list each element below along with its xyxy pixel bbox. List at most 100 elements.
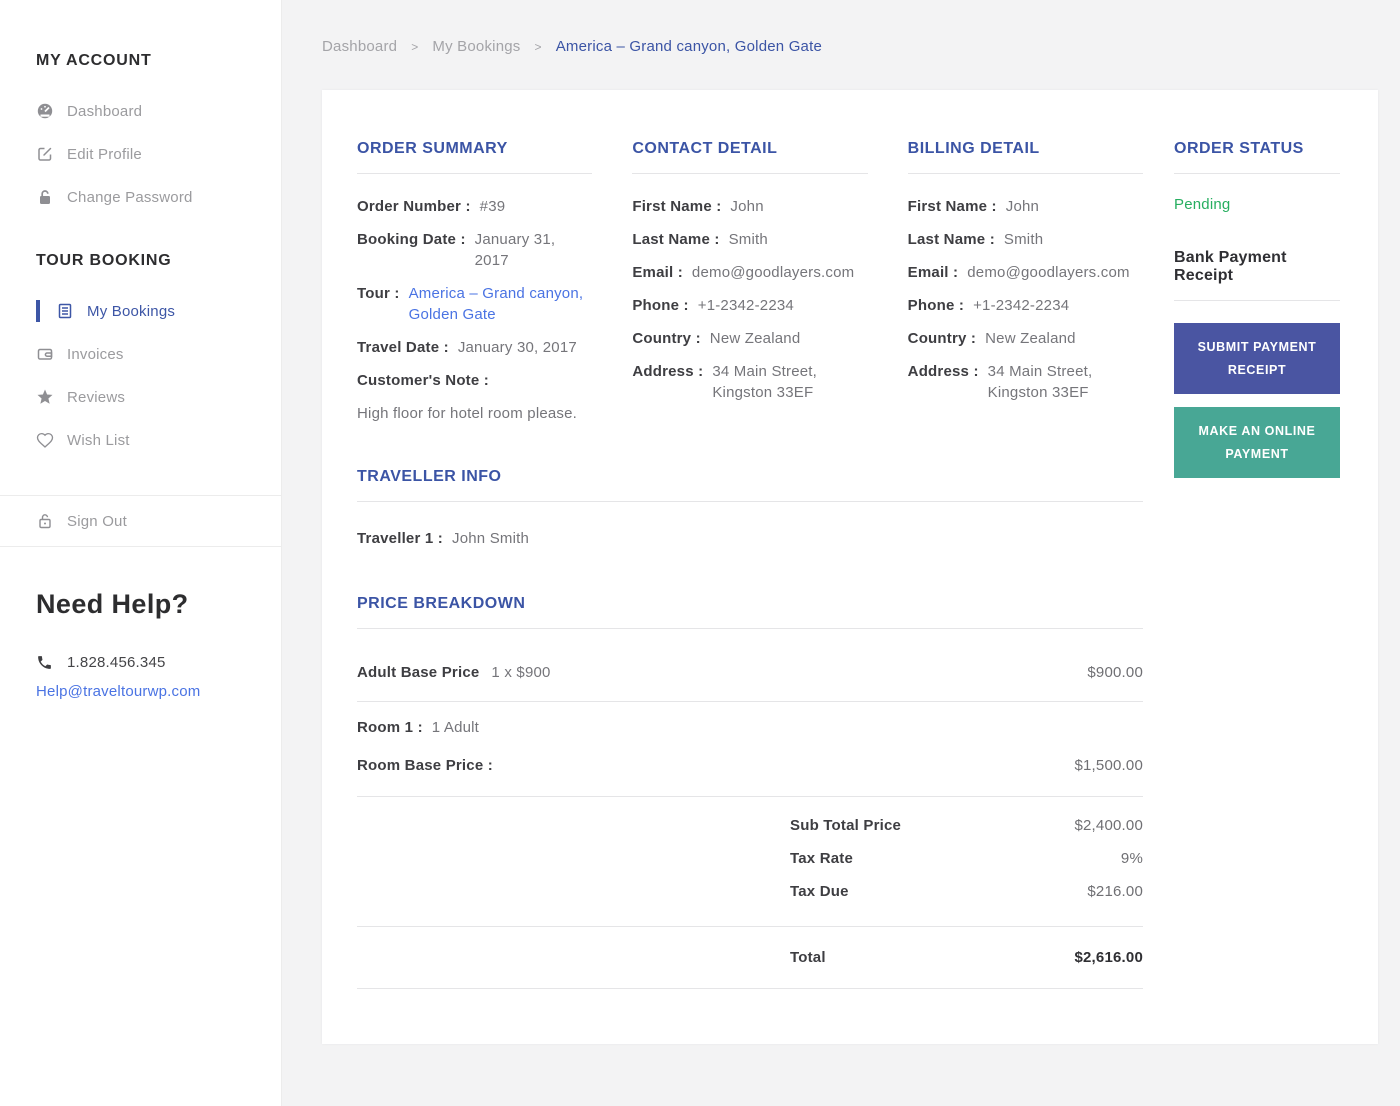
field-label: Address : — [632, 363, 704, 380]
total-value: $2,616.00 — [1074, 949, 1143, 966]
tax-rate-row: Tax Rate 9% — [357, 850, 1143, 867]
sidebar-item-wish-list[interactable]: Wish List — [0, 429, 281, 451]
billing-first-name-row: First Name : John — [908, 196, 1143, 217]
contact-first-name-row: First Name : John — [632, 196, 867, 217]
sidebar-item-label: Edit Profile — [67, 145, 142, 163]
field-value: New Zealand — [985, 330, 1076, 347]
billing-phone-row: Phone : +1-2342-2234 — [908, 295, 1143, 316]
adult-qty-value: 1 x $900 — [491, 664, 551, 681]
page: MY ACCOUNT Dashboard Edit Profile Change… — [0, 0, 1400, 1106]
breadcrumb-dashboard[interactable]: Dashboard — [322, 38, 397, 55]
field-label: Order Number : — [357, 198, 471, 215]
sidebar-item-edit-profile[interactable]: Edit Profile — [0, 143, 281, 165]
sidebar-item-label: Change Password — [67, 188, 193, 206]
sidebar-section-tour-booking: TOUR BOOKING My Bookings Invoices Review… — [0, 252, 281, 451]
contact-last-name-row: Last Name : Smith — [632, 229, 867, 250]
order-top-columns: ORDER SUMMARY Order Number : #39 Booking… — [357, 140, 1143, 424]
field-value: Smith — [1003, 231, 1044, 248]
sidebar-item-label: Invoices — [67, 345, 124, 363]
lock-icon — [36, 188, 54, 206]
order-summary-title: ORDER SUMMARY — [357, 140, 593, 174]
submit-payment-receipt-button[interactable]: SUBMIT PAYMENT RECEIPT — [1174, 323, 1340, 394]
dashboard-icon — [36, 102, 54, 120]
room-base-price-row: Room Base Price : $1,500.00 — [357, 755, 1143, 776]
main-content: Dashboard > My Bookings > America – Gran… — [282, 0, 1400, 1106]
price-breakdown-title: PRICE BREAKDOWN — [357, 595, 1143, 629]
field-label: Tour : — [357, 285, 400, 302]
order-status-title: ORDER STATUS — [1174, 140, 1340, 174]
subtotal-row: Sub Total Price $2,400.00 — [357, 817, 1143, 834]
billing-country-row: Country : New Zealand — [908, 328, 1143, 349]
field-label: Country : — [632, 330, 701, 347]
tax-rate-value: 9% — [1120, 850, 1143, 867]
breadcrumb: Dashboard > My Bookings > America – Gran… — [322, 38, 1378, 55]
breadcrumb-my-bookings[interactable]: My Bookings — [432, 38, 520, 55]
tour-booking-title: TOUR BOOKING — [36, 252, 172, 269]
field-label: Customer's Note : — [357, 372, 489, 389]
field-value: demo@goodlayers.com — [691, 264, 855, 281]
breadcrumb-current-tour: America – Grand canyon, Golden Gate — [555, 38, 823, 55]
help-email-link[interactable]: Help@traveltourwp.com — [36, 683, 245, 700]
field-label: Tax Due — [790, 883, 849, 900]
sidebar-item-label: Reviews — [67, 388, 126, 406]
billing-detail-title: BILLING DETAIL — [907, 140, 1143, 174]
order-detail-card: ORDER SUMMARY Order Number : #39 Booking… — [322, 90, 1378, 1044]
price-breakdown-section: PRICE BREAKDOWN Adult Base Price 1 x $90… — [357, 595, 1143, 989]
sidebar-item-label: My Bookings — [87, 302, 176, 320]
customer-note-label-row: Customer's Note : — [357, 370, 592, 391]
bookings-icon — [56, 302, 74, 320]
field-label: Booking Date : — [357, 231, 466, 248]
field-label: Address : — [907, 363, 979, 380]
totals-block: Sub Total Price $2,400.00 Tax Rate 9% Ta… — [357, 797, 1143, 927]
order-detail-left: ORDER SUMMARY Order Number : #39 Booking… — [357, 140, 1143, 1044]
active-indicator-bar — [36, 300, 40, 322]
phone-icon — [36, 654, 53, 671]
unlock-icon — [36, 512, 54, 530]
billing-last-name-row: Last Name : Smith — [908, 229, 1143, 250]
room-price-block: Room 1 : 1 Adult Room Base Price : $1,50… — [357, 702, 1143, 797]
sidebar-item-dashboard[interactable]: Dashboard — [0, 100, 281, 122]
subtotal-value: $2,400.00 — [1074, 817, 1143, 834]
sidebar: MY ACCOUNT Dashboard Edit Profile Change… — [0, 0, 282, 1106]
sidebar-item-reviews[interactable]: Reviews — [0, 386, 281, 408]
field-label: Total — [790, 949, 826, 966]
tour-link[interactable]: America – Grand canyon, Golden Gate — [409, 283, 593, 325]
field-value: demo@goodlayers.com — [967, 264, 1130, 281]
traveller-info-title: TRAVELLER INFO — [357, 468, 1143, 502]
field-value: John — [730, 198, 764, 215]
sidebar-item-my-bookings[interactable]: My Bookings — [0, 300, 281, 322]
booking-date-value: January 31, 2017 — [474, 231, 556, 269]
traveller-row: Traveller 1 : John Smith — [357, 528, 1143, 549]
travel-date-value: January 30, 2017 — [457, 339, 577, 356]
sidebar-item-sign-out[interactable]: Sign Out — [0, 510, 281, 532]
total-row: Total $2,616.00 — [357, 927, 1143, 989]
order-summary-section: ORDER SUMMARY Order Number : #39 Booking… — [357, 140, 593, 424]
adult-base-price-row: Adult Base Price 1 x $900 $900.00 — [357, 651, 1143, 702]
sidebar-section-my-account: MY ACCOUNT Dashboard Edit Profile Change… — [0, 52, 281, 208]
contact-country-row: Country : New Zealand — [632, 328, 867, 349]
room-base-amount-value: $1,500.00 — [1074, 757, 1143, 774]
billing-detail-section: BILLING DETAIL First Name : John Last Na… — [907, 140, 1143, 424]
travel-date-row: Travel Date : January 30, 2017 — [357, 337, 592, 358]
bank-payment-receipt-title: Bank Payment Receipt — [1174, 249, 1340, 301]
field-label: Traveller 1 : — [357, 530, 443, 547]
order-status-column: ORDER STATUS Pending Bank Payment Receip… — [1174, 140, 1340, 1044]
tax-due-value: $216.00 — [1087, 883, 1143, 900]
field-label: Country : — [907, 330, 977, 347]
sidebar-item-invoices[interactable]: Invoices — [0, 343, 281, 365]
star-icon — [36, 388, 54, 406]
field-label: Sub Total Price — [790, 817, 902, 834]
billing-email-row: Email : demo@goodlayers.com — [908, 262, 1143, 283]
booking-date-row: Booking Date : January 31, 2017 — [357, 229, 592, 271]
sidebar-item-label: Dashboard — [67, 102, 143, 120]
sidebar-item-change-password[interactable]: Change Password — [0, 186, 281, 208]
contact-address-row: Address : 34 Main Street, Kingston 33EF — [632, 361, 867, 403]
field-value: +1-2342-2234 — [973, 297, 1070, 314]
field-value: Smith — [728, 231, 768, 248]
adult-amount-value: $900.00 — [1087, 664, 1143, 681]
wallet-icon — [36, 345, 54, 363]
make-online-payment-button[interactable]: MAKE AN ONLINE PAYMENT — [1174, 407, 1340, 478]
field-value: John — [1005, 198, 1040, 215]
field-label: Room Base Price : — [357, 757, 493, 774]
field-value: 34 Main Street, Kingston 33EF — [712, 363, 818, 401]
